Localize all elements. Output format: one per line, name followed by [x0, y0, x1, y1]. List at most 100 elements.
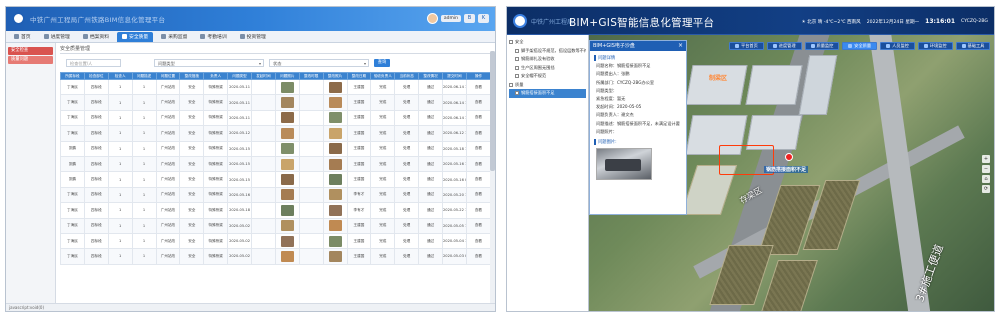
- table-row[interactable]: 张鹏 四标段 1 1 广州站改 安全 特殊桥梁 2020-05-15 王建国 完成 处理 通过 2020…: [60, 140, 492, 157]
- fix-photo-thumb[interactable]: [328, 112, 342, 124]
- query-button[interactable]: 查询: [374, 59, 390, 67]
- fix-photo-thumb[interactable]: [328, 81, 342, 93]
- map-control-button[interactable]: −: [982, 165, 990, 173]
- fix-photo-thumb[interactable]: [328, 158, 342, 170]
- view-link[interactable]: 查看: [465, 186, 492, 204]
- table-row[interactable]: 张鹏 四标段 1 1 广州站改 安全 特殊桥梁 2020-05-15 王建国 完成 处理 通过 2020…: [60, 171, 492, 188]
- fix-photo-thumb[interactable]: [328, 174, 342, 186]
- marker-label: 钢筋搭接面积不足: [764, 166, 809, 173]
- checkbox[interactable]: [515, 74, 519, 79]
- issue-photo-thumb[interactable]: [280, 127, 294, 139]
- issue-photo-thumb[interactable]: [280, 143, 294, 155]
- map-tab-1[interactable]: 进度管理: [766, 42, 802, 50]
- fix-photo-thumb[interactable]: [328, 220, 342, 232]
- issue-photo-thumb[interactable]: [280, 112, 294, 124]
- view-link[interactable]: 查看: [465, 232, 492, 250]
- issue-photo-thumb[interactable]: [280, 189, 294, 201]
- table-row[interactable]: 丁海民 四标段 1 1 广州站改 安全 特殊桥梁 2020-05-18 李有才 完成 处理 通过 202…: [60, 202, 492, 219]
- view-link[interactable]: 查看: [465, 125, 492, 142]
- issue-photo[interactable]: [596, 147, 652, 180]
- map-control-button[interactable]: +: [982, 155, 990, 163]
- checkbox[interactable]: [509, 40, 513, 45]
- nav-tab-2[interactable]: 档案资料: [78, 32, 114, 42]
- checkbox[interactable]: [515, 57, 519, 62]
- view-link[interactable]: 查看: [465, 109, 492, 127]
- map-control-button[interactable]: ⌂: [982, 175, 990, 183]
- issue-photo-thumb[interactable]: [280, 235, 294, 247]
- nav-tab-0[interactable]: 首页: [9, 32, 36, 42]
- map-tab-5[interactable]: 环境监控: [917, 42, 953, 50]
- table-row[interactable]: 张鹏 四标段 1 1 广州站改 安全 特殊桥梁 2020-05-15 王建国 完成 处理 通过 2020…: [60, 155, 492, 173]
- table-row[interactable]: 丁海民 四标段 1 1 广州站改 安全 特殊桥梁 2020-05-02 王建国 完成 处理 通过 202…: [60, 217, 492, 234]
- avatar[interactable]: [426, 13, 438, 24]
- map-tab-0[interactable]: 平台首页: [729, 42, 764, 50]
- checkbox[interactable]: [509, 82, 513, 87]
- user-name[interactable]: admin: [440, 15, 461, 22]
- type-select[interactable]: 问题类型 ▾: [154, 59, 264, 67]
- checkbox[interactable]: [515, 91, 519, 96]
- nav-tab-3[interactable]: 安全质量: [117, 31, 154, 42]
- fix-photo-thumb[interactable]: [328, 97, 342, 109]
- tree-node[interactable]: 安全: [509, 38, 586, 47]
- nav-tab-4[interactable]: 采购监督: [156, 32, 192, 42]
- view-link[interactable]: 查看: [465, 155, 492, 173]
- map-tab-6[interactable]: 基础工具: [955, 42, 991, 50]
- nav-tab-5[interactable]: 考勤培训: [195, 32, 231, 42]
- table-cell: 1: [107, 155, 133, 173]
- view-link[interactable]: 查看: [465, 78, 492, 96]
- fix-photo-thumb[interactable]: [328, 204, 342, 216]
- header-button-b[interactable]: B: [464, 14, 475, 23]
- view-link[interactable]: 查看: [465, 202, 492, 219]
- checkbox[interactable]: [515, 48, 519, 53]
- view-link[interactable]: 查看: [465, 171, 492, 188]
- table-cell: 安全: [179, 109, 205, 127]
- gis-map[interactable]: 平台首页 进度管理 质量监控 安全质量 人员监控 环境监控 基础工具 钢筋搭接面积不足 制梁…: [589, 35, 994, 311]
- nav-tab-1[interactable]: 进度管理: [39, 32, 75, 42]
- issue-photo-thumb[interactable]: [280, 174, 294, 186]
- scrollbar-thumb[interactable]: [490, 51, 495, 171]
- issue-photo-thumb[interactable]: [280, 220, 294, 232]
- view-link[interactable]: 查看: [465, 217, 492, 234]
- issue-photo-thumb[interactable]: [280, 81, 294, 93]
- checkbox[interactable]: [515, 65, 519, 70]
- status-select[interactable]: 状态 ▾: [269, 59, 369, 67]
- view-link[interactable]: 查看: [465, 94, 492, 111]
- close-icon[interactable]: ×: [678, 42, 683, 49]
- issue-photo-thumb[interactable]: [280, 158, 294, 170]
- nav-tab-6[interactable]: 投资管理: [235, 32, 271, 42]
- table-row[interactable]: 丁海民 四标段 1 1 广州站改 安全 特殊桥梁 2020-05-02 王建国 完成 处理 通过 202…: [60, 248, 492, 265]
- table-row[interactable]: 丁海民 四标段 1 1 广州站改 安全 特殊桥梁 2020-05-02 王建国 完成 处理 通过 202…: [60, 232, 492, 250]
- issue-photo-thumb[interactable]: [280, 250, 294, 262]
- tree-node[interactable]: 钢筋搭接面积不足: [509, 89, 586, 98]
- sidebar-item-0[interactable]: 安全检查: [8, 47, 53, 55]
- fix-photo-thumb[interactable]: [328, 250, 342, 262]
- map-control-button[interactable]: ⟳: [982, 185, 990, 193]
- tree-node[interactable]: 脚手架搭设不规范，搭设层数等不符合: [509, 47, 586, 56]
- issue-photo-thumb[interactable]: [280, 97, 294, 109]
- fix-photo-thumb[interactable]: [328, 189, 342, 201]
- table-cell: 丁海民: [60, 202, 85, 219]
- scrollbar[interactable]: [490, 51, 495, 311]
- map-tab-4[interactable]: 人员监控: [880, 42, 915, 50]
- map-tab-2[interactable]: 质量监控: [804, 42, 840, 50]
- issue-marker[interactable]: [785, 153, 793, 161]
- sidebar-item-1[interactable]: 质量问题: [8, 56, 53, 64]
- table-row[interactable]: 丁海民 四标段 1 1 广州站改 安全 特殊桥梁 2020-05-11 王建国 完成 处理 通过 202…: [60, 94, 492, 111]
- tree-node[interactable]: 生产区周围无围挡: [509, 64, 586, 73]
- tree-node[interactable]: 安全帽不规范: [509, 72, 586, 81]
- view-link[interactable]: 查看: [465, 140, 492, 157]
- table-row[interactable]: 丁海民 四标段 1 1 广州站改 安全 特殊桥梁 2020-05-12 王建国 完成 处理 通过 202…: [60, 125, 492, 142]
- fix-photo-thumb[interactable]: [328, 143, 342, 155]
- search-input[interactable]: 检查位置/人: [66, 59, 121, 67]
- table-row[interactable]: 丁海民 四标段 1 1 广州站改 安全 特殊桥梁 2020-05-16 李有才 完成 处理 通过 202…: [60, 186, 492, 204]
- issue-photo-thumb[interactable]: [280, 204, 294, 216]
- tree-node[interactable]: 钢筋绑扎没有验收: [509, 55, 586, 64]
- map-tab-3[interactable]: 安全质量: [842, 42, 878, 50]
- fix-photo-thumb[interactable]: [328, 235, 342, 247]
- view-link[interactable]: 查看: [465, 248, 492, 265]
- table-row[interactable]: 丁海民 四标段 1 1 广州站改 安全 特殊桥梁 2020-05-11 王建国 完成 处理 通过 202…: [60, 109, 492, 127]
- table-row[interactable]: 丁海民 四标段 1 1 广州站改 安全 特殊桥梁 2020-05-11 王建国 完成 处理 通过 202…: [60, 78, 492, 96]
- fix-photo-thumb[interactable]: [328, 127, 342, 139]
- tree-node[interactable]: 质量: [509, 81, 586, 90]
- header-button-k[interactable]: K: [478, 14, 489, 23]
